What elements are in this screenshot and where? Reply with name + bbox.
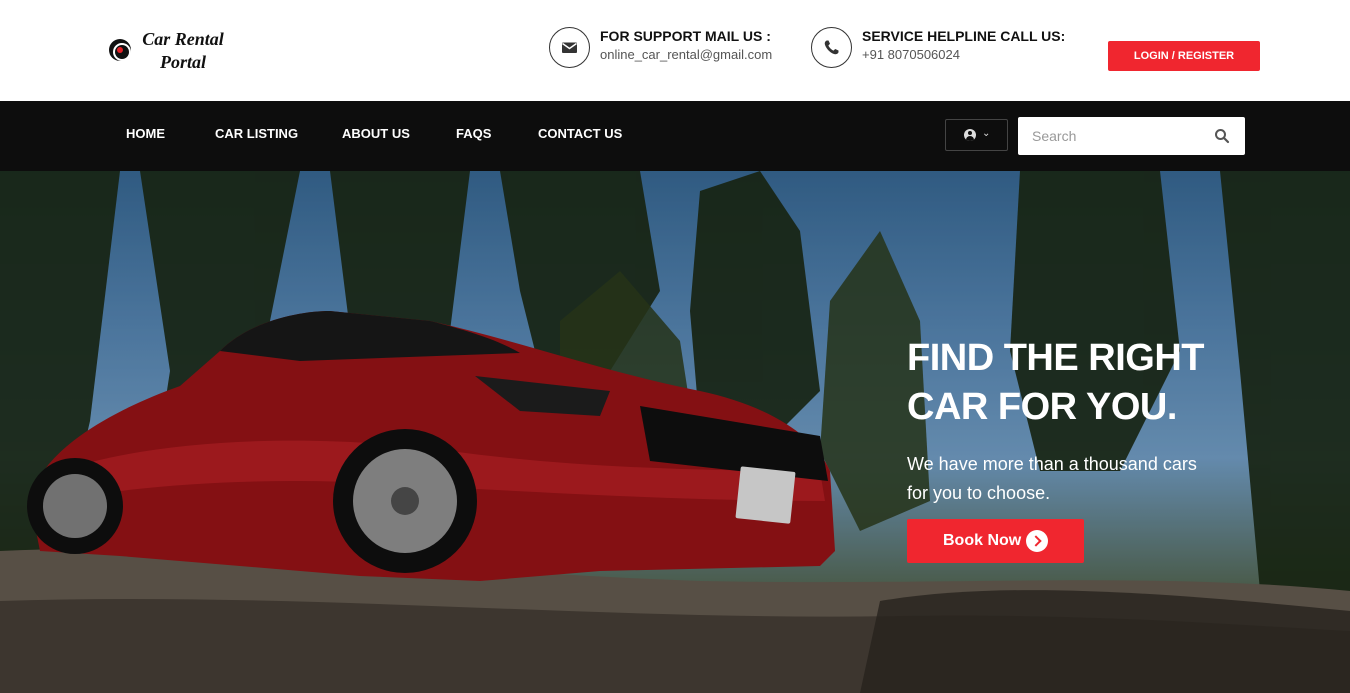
support-mail-title: FOR SUPPORT MAIL US : (600, 28, 771, 44)
hero-title-line-1: FIND THE RIGHT (907, 337, 1204, 379)
envelope-icon (549, 27, 590, 68)
hero-banner: FIND THE RIGHT CAR FOR YOU. We have more… (0, 171, 1350, 693)
nav-item-contact-us[interactable]: CONTACT US (538, 126, 622, 141)
helpline-title: SERVICE HELPLINE CALL US: (862, 28, 1066, 44)
search-box (1018, 117, 1245, 155)
user-circle-icon (964, 129, 976, 141)
search-icon[interactable] (1214, 128, 1230, 144)
logo-text: Car Rental Portal (133, 28, 233, 74)
hero-title: FIND THE RIGHT CAR FOR YOU. (907, 334, 1267, 432)
logo-line-1: Car Rental (142, 29, 224, 49)
logo-line-2: Portal (159, 52, 206, 72)
book-now-button[interactable]: Book Now (907, 519, 1084, 563)
phone-icon (811, 27, 852, 68)
helpline-number[interactable]: +91 8070506024 (862, 47, 960, 62)
hero-subtitle-line-2: for you to choose. (907, 483, 1051, 503)
helpline-block: SERVICE HELPLINE CALL US: +91 8070506024 (811, 26, 1081, 70)
chevron-down-icon: ⌄ (982, 128, 991, 139)
site-logo[interactable]: Car Rental Portal (109, 28, 239, 74)
book-now-label: Book Now (943, 532, 1022, 549)
hero-overlay (0, 171, 1350, 693)
nav-item-faqs[interactable]: FAQS (456, 126, 491, 141)
support-mail-block: FOR SUPPORT MAIL US : online_car_rental@… (549, 26, 789, 70)
arrow-right-circle-icon (1026, 530, 1048, 552)
login-register-button[interactable]: LOGIN / REGISTER (1108, 41, 1260, 71)
hero-subtitle-line-1: We have more than a thousand cars (907, 454, 1197, 474)
nav-item-home[interactable]: HOME (126, 126, 165, 141)
hero-subtitle: We have more than a thousand cars for yo… (907, 450, 1237, 508)
nav-item-about-us[interactable]: ABOUT US (342, 126, 410, 141)
nav-item-car-listing[interactable]: CAR LISTING (215, 126, 298, 141)
hero-title-line-2: CAR FOR YOU. (907, 386, 1177, 428)
support-mail-address[interactable]: online_car_rental@gmail.com (600, 47, 772, 62)
top-header: Car Rental Portal FOR SUPPORT MAIL US : … (0, 0, 1350, 101)
main-navbar: HOME CAR LISTING ABOUT US FAQS CONTACT U… (0, 101, 1350, 171)
car-wheel-logo-icon (109, 39, 131, 61)
user-account-dropdown[interactable]: ⌄ (945, 119, 1008, 151)
search-input[interactable] (1018, 117, 1208, 155)
